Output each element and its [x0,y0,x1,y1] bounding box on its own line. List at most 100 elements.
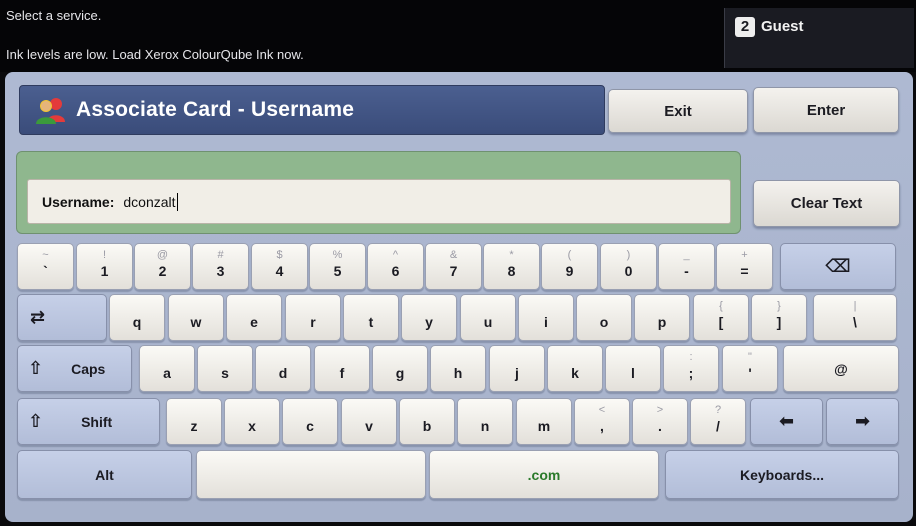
key-6-shift-label: ^ [392,249,399,261]
key-p[interactable]: p [634,294,690,341]
key-v[interactable]: v [341,398,397,445]
key-u-label: u [483,314,493,330]
key-5[interactable]: % 5 [309,243,366,290]
key-at-label: @ [834,360,848,377]
key-n[interactable]: n [457,398,513,445]
key-z[interactable]: z [166,398,222,445]
guest-login-button[interactable]: 2 Guest [724,8,914,68]
key-comma-label: , [600,418,604,434]
key-7-label: 7 [449,263,458,279]
key-lbracket-shift-label: { [719,300,723,312]
key-quote[interactable]: " ' [722,345,778,392]
key-8[interactable]: * 8 [483,243,540,290]
key-1-label: 1 [100,263,109,279]
key-slash[interactable]: ? / [690,398,746,445]
key-period[interactable]: >. [632,398,688,445]
key-left-arrow[interactable]: ⬅ [750,398,823,445]
key-g-label: g [395,365,405,381]
key-shift-label: Shift [81,413,113,430]
key-e[interactable]: e [226,294,282,341]
key-equals-label: = [740,263,749,279]
key-d-label: d [278,365,288,381]
key-comma-shift-label: < [598,404,606,416]
key-minus[interactable]: _ - [658,243,715,290]
key-equals[interactable]: + = [716,243,773,290]
key-dotcom[interactable]: .com [429,450,659,499]
key-4[interactable]: $4 [251,243,308,290]
shift-icon: ⇧ [28,358,44,378]
key-0[interactable]: ) 0 [600,243,657,290]
key-alt-label: Alt [95,466,114,483]
key-d[interactable]: d [255,345,311,392]
key-shift[interactable]: ⇧ Shift [17,398,160,445]
key-q[interactable]: q [109,294,165,341]
key-h[interactable]: h [430,345,486,392]
key-a[interactable]: a [139,345,195,392]
arrow-right-icon: ➡ [854,411,871,431]
key-h-label: h [453,365,463,381]
key-slash-label: / [716,418,720,434]
key-i[interactable]: i [518,294,574,341]
key-9[interactable]: (9 [541,243,598,290]
key-lbracket[interactable]: {[ [693,294,749,341]
key-y[interactable]: y [401,294,457,341]
key-r[interactable]: r [285,294,341,341]
key-4-shift-label: $ [276,249,283,261]
key-2[interactable]: @2 [134,243,191,290]
key-at[interactable]: @ [783,345,899,392]
key-l[interactable]: l [605,345,661,392]
key-caps-label: Caps [71,360,106,377]
key-8-label: 8 [507,263,516,279]
key-backslash[interactable]: | \ [813,294,897,341]
key-slash-shift-label: ? [714,404,722,416]
key-k[interactable]: k [547,345,603,392]
key-right-arrow[interactable]: ➡ [826,398,899,445]
key-tab[interactable]: ⇄ [17,294,107,341]
key-6[interactable]: ^ 6 [367,243,424,290]
key-n-label: n [480,418,490,434]
key-f[interactable]: f [314,345,370,392]
key-x[interactable]: x [224,398,280,445]
key-e-label: e [250,314,258,330]
key-rbracket[interactable]: }] [751,294,807,341]
key-s-label: s [221,365,229,381]
arrow-left-icon: ⬅ [778,411,795,431]
key-caps[interactable]: ⇧ Caps [17,345,132,392]
key-o[interactable]: o [576,294,632,341]
key-v-label: v [365,418,373,434]
key-equals-shift-label: + [741,249,748,261]
key-k-label: k [571,365,579,381]
key-semicolon[interactable]: :; [663,345,719,392]
key-w-label: w [190,314,202,330]
key-3-shift-label: # [217,249,224,261]
key-7[interactable]: & 7 [425,243,482,290]
key-2-label: 2 [158,263,167,279]
ink-warning-message: Ink levels are low. Load Xerox ColourQub… [6,47,304,62]
key-c[interactable]: c [282,398,338,445]
key-3[interactable]: #3 [192,243,249,290]
key-2-shift-label: @ [156,249,169,261]
key-alt[interactable]: Alt [17,450,192,499]
key-l-label: l [631,365,635,381]
key-b-label: b [422,418,432,434]
key-b[interactable]: b [399,398,455,445]
key-9-label: 9 [565,263,574,279]
key-period-label: . [658,418,662,434]
key-w[interactable]: w [168,294,224,341]
key-keyboards[interactable]: Keyboards... [665,450,899,499]
key-backspace[interactable]: ⌫ [780,243,896,290]
key-minus-label: - [684,263,689,279]
key-backtick[interactable]: ~ ` [17,243,74,290]
backspace-icon: ⌫ [825,256,851,276]
key-t[interactable]: t [343,294,399,341]
key-g[interactable]: g [372,345,428,392]
key-s[interactable]: s [197,345,253,392]
key-j[interactable]: j [489,345,545,392]
key-m[interactable]: m [516,398,572,445]
key-backslash-label: \ [853,314,857,330]
key-u[interactable]: u [460,294,516,341]
user-help-icon: 2 [735,17,755,37]
key-comma[interactable]: <, [574,398,630,445]
key-1[interactable]: ! 1 [76,243,133,290]
key-space[interactable] [196,450,426,499]
